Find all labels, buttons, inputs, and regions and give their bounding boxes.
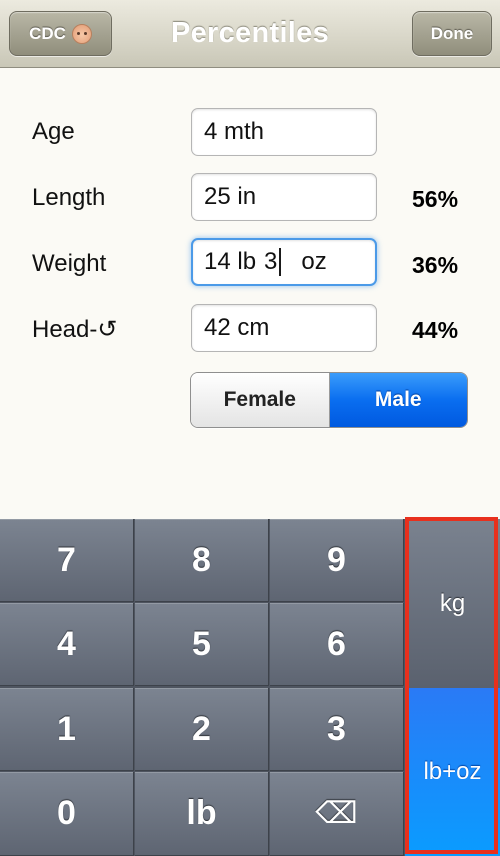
key-2[interactable]: 2 (135, 688, 269, 771)
head-value: 42 cm (204, 314, 270, 341)
length-percentile: 56% (412, 186, 459, 212)
female-segment[interactable]: Female (191, 373, 330, 427)
key-lb[interactable]: lb (135, 772, 269, 856)
weight-oz-unit: oz (301, 248, 327, 275)
key-9[interactable]: 9 (270, 519, 404, 602)
key-5[interactable]: 5 (135, 603, 269, 686)
key-4[interactable]: 4 (0, 603, 134, 686)
key-3[interactable]: 3 (270, 688, 404, 771)
lb-oz-unit-key[interactable]: lb+oz (405, 688, 500, 856)
weight-oz-value: 3 (264, 248, 278, 275)
key-7[interactable]: 7 (0, 519, 134, 602)
backspace-key[interactable]: ⌫ (270, 772, 404, 856)
key-1[interactable]: 1 (0, 688, 134, 771)
weight-lb-value: 14 lb (204, 248, 257, 275)
key-0[interactable]: 0 (0, 772, 134, 856)
head-percentile: 44% (412, 317, 459, 343)
male-segment[interactable]: Male (329, 373, 467, 427)
sex-segmented-control: Female Male (190, 372, 468, 428)
key-6[interactable]: 6 (270, 603, 404, 686)
kg-unit-key[interactable]: kg (405, 519, 500, 688)
done-button[interactable]: Done (412, 11, 492, 56)
head-field[interactable]: 42 cm (191, 304, 377, 352)
age-field[interactable]: 4 mth (191, 108, 377, 156)
length-field[interactable]: 25 in (191, 173, 377, 221)
weight-field[interactable]: 14 lb 3 oz (191, 238, 377, 286)
age-value: 4 mth (204, 118, 265, 145)
head-label: Head-↺ (32, 316, 118, 343)
length-label: Length (32, 184, 106, 211)
length-value: 25 in (204, 183, 257, 210)
backspace-icon: ⌫ (315, 797, 358, 830)
weight-label: Weight (32, 250, 107, 277)
key-8[interactable]: 8 (135, 519, 269, 602)
weight-percentile: 36% (412, 252, 459, 278)
text-cursor (279, 248, 282, 276)
navigation-bar: CDC Percentiles Done (0, 0, 500, 68)
age-label: Age (32, 118, 75, 145)
